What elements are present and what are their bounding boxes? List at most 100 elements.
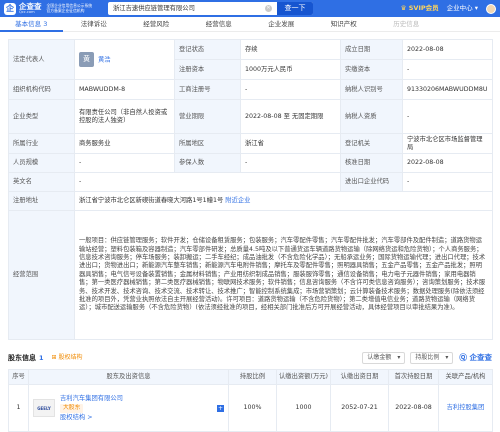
col-first-date: 首次持股日期 [389,370,439,385]
scope-label: 经营范围 [9,211,75,340]
qual-value: - [403,100,493,134]
company-logo[interactable]: GEELY [33,399,55,417]
watermark-logo: Ⓠ 企查查 [459,353,492,362]
paidin-value: - [403,60,493,80]
taxpayer-label: 纳税人识别号 [341,80,403,100]
shareholder-count: 1 [39,354,44,362]
reg-no-label: 工商注册号 [175,80,241,100]
svip-label: SVIP会员 [409,4,439,12]
legal-rep-cell: 黄黄浩 [75,40,175,80]
amount-value: 1000 [277,385,331,432]
type-value: 有限责任公司（非自然人投资或控股的法人独资） [75,100,175,134]
filter-ratio-dropdown[interactable]: 持股比例 ▾ [410,352,453,364]
industry-value: 商务服务业 [75,134,175,154]
holder-name[interactable]: 吉利汽车集团有限公司 [60,394,217,403]
tab-ip[interactable]: 知识产权 [313,17,376,32]
col-holder: 股东及出资信息 [29,370,229,385]
svip-button[interactable]: ♛ SVIP会员 [401,4,439,12]
chevron-down-icon: ▾ [445,354,448,362]
clear-icon[interactable]: ✕ [265,5,272,12]
tab-risk[interactable]: 经营风险 [125,17,188,32]
expand-icon[interactable]: + [217,405,224,412]
search-button[interactable]: 查一下 [277,2,313,15]
english-label: 英文名 [9,173,75,192]
tab-bar: 基本信息 3 法律诉讼 经营风险 经营信息 企业发展 知识产权 历史信息 [0,17,500,32]
org-code-value: MABWUDDM-8 [75,80,175,100]
tab-more[interactable] [438,17,500,32]
scale-value: - [75,154,175,173]
status-value: 存续 [241,40,341,60]
authority-label: 登记机关 [341,134,403,154]
tab-development[interactable]: 企业发展 [250,17,313,32]
logo-icon[interactable]: 企 [4,3,16,15]
major-holder-badge: 大股东 [60,404,83,413]
status-label: 登记状态 [175,40,241,60]
col-amount: 认缴出资额(万元) [277,370,331,385]
import-value: - [403,173,493,192]
tab-basic-info[interactable]: 基本信息 3 [0,17,63,32]
region-value: 浙江省 [241,134,341,154]
insured-label: 参保人数 [175,154,241,173]
first-date-value: 2022-08-08 [389,385,439,432]
shareholder-header: 股东信息 1 ⊞ 股权结构 认缴金额 ▾ 持股比例 ▾ Ⓠ 企查查 [8,351,492,365]
address-label: 注册地址 [9,192,75,211]
reg-no-value: - [241,80,341,100]
tab-history[interactable]: 历史信息 [375,17,438,32]
equity-link[interactable]: 股权结构 > [60,413,217,422]
shareholder-table: 序号 股东及出资信息 持股比例 认缴出资额(万元) 认缴出资日期 首次持股日期 … [8,369,493,432]
basic-info-section: 法定代表人 黄黄浩 登记状态 存续 成立日期 2022-08-08 注册资本 1… [8,39,492,340]
shareholder-title: 股东信息 [8,354,36,363]
col-index: 序号 [9,370,29,385]
col-ratio: 持股比例 [229,370,277,385]
scope-value: 一般项目：供应链管理服务；软件开发；仓储设备租赁服务；包装服务；汽车零配件零售；… [75,211,493,340]
paidin-label: 实缴资本 [341,60,403,80]
search-bar: 浙江吉速供应链管理有限公司 ✕ 查一下 [108,2,313,15]
type-label: 企业类型 [9,100,75,134]
capital-label: 注册资本 [175,60,241,80]
equity-structure-link[interactable]: ⊞ 股权结构 [52,354,83,362]
enterprise-center-label: 企业中心 [447,4,473,12]
filter-amount-dropdown[interactable]: 认缴金额 ▾ [362,352,405,364]
enterprise-center-button[interactable]: 企业中心 ▾ [447,4,478,12]
approval-label: 核准日期 [341,154,403,173]
chevron-down-icon: ▾ [397,354,400,362]
related-link[interactable]: 吉利控股集团 [439,385,493,432]
top-navbar: 企 企查查 Qcc.com 全国企业信用信息公示系统 官方备案企业征信机构 浙江… [0,0,500,17]
watermark-text: 企查查 [470,353,493,362]
qual-label: 纳税人资质 [341,100,403,134]
address-cell: 浙江省宁波市北仑区新碶街道春晓大河路1号1幢1号 附近企业 [75,192,493,211]
approval-value: 2022-08-08 [403,154,493,173]
ratio-value: 100% [229,385,277,432]
nav-right: ♛ SVIP会员 企业中心 ▾ [401,0,496,17]
scale-label: 人员规模 [9,154,75,173]
capital-value: 1000万元人民币 [241,60,341,80]
logo-domain: Qcc.com [19,11,42,15]
subscribe-date-value: 2052-07-21 [331,385,389,432]
table-row: 1 GEELY 吉利汽车集团有限公司 大股东 股权结构 > + 100% 100… [9,385,493,432]
shareholder-table-head: 序号 股东及出资信息 持股比例 认缴出资额(万元) 认缴出资日期 首次持股日期 … [9,370,493,385]
insured-value: - [241,154,341,173]
col-subscribe-date: 认缴出资日期 [331,370,389,385]
col-related: 关联产品/机构 [439,370,493,385]
english-value: - [75,173,341,192]
equity-structure-label: 股权结构 [58,354,82,361]
import-label: 进出口企业代码 [341,173,403,192]
search-input[interactable]: 浙江吉速供应链管理有限公司 [108,5,265,13]
legal-rep-name[interactable]: 黄浩 [98,57,111,64]
filter-amount-label: 认缴金额 [367,354,391,362]
tab-legal[interactable]: 法律诉讼 [63,17,126,32]
basic-info-table: 法定代表人 黄黄浩 登记状态 存续 成立日期 2022-08-08 注册资本 1… [8,39,493,340]
logo[interactable]: 企查查 Qcc.com [19,3,42,15]
region-label: 所属地区 [175,134,241,154]
row-index: 1 [9,385,29,432]
established-value: 2022-08-08 [403,40,493,60]
nearby-link[interactable]: 附近企业 [225,197,250,204]
official-line-2: 官方备案企业征信机构 [47,9,115,13]
industry-label: 所属行业 [9,134,75,154]
taxpayer-value: 91330206MABWUDDM8U [403,80,493,100]
term-label: 营业期限 [175,100,241,134]
tab-business[interactable]: 经营信息 [188,17,251,32]
user-avatar[interactable] [486,4,496,14]
filter-ratio-label: 持股比例 [415,354,439,362]
legal-rep-label: 法定代表人 [9,40,75,80]
